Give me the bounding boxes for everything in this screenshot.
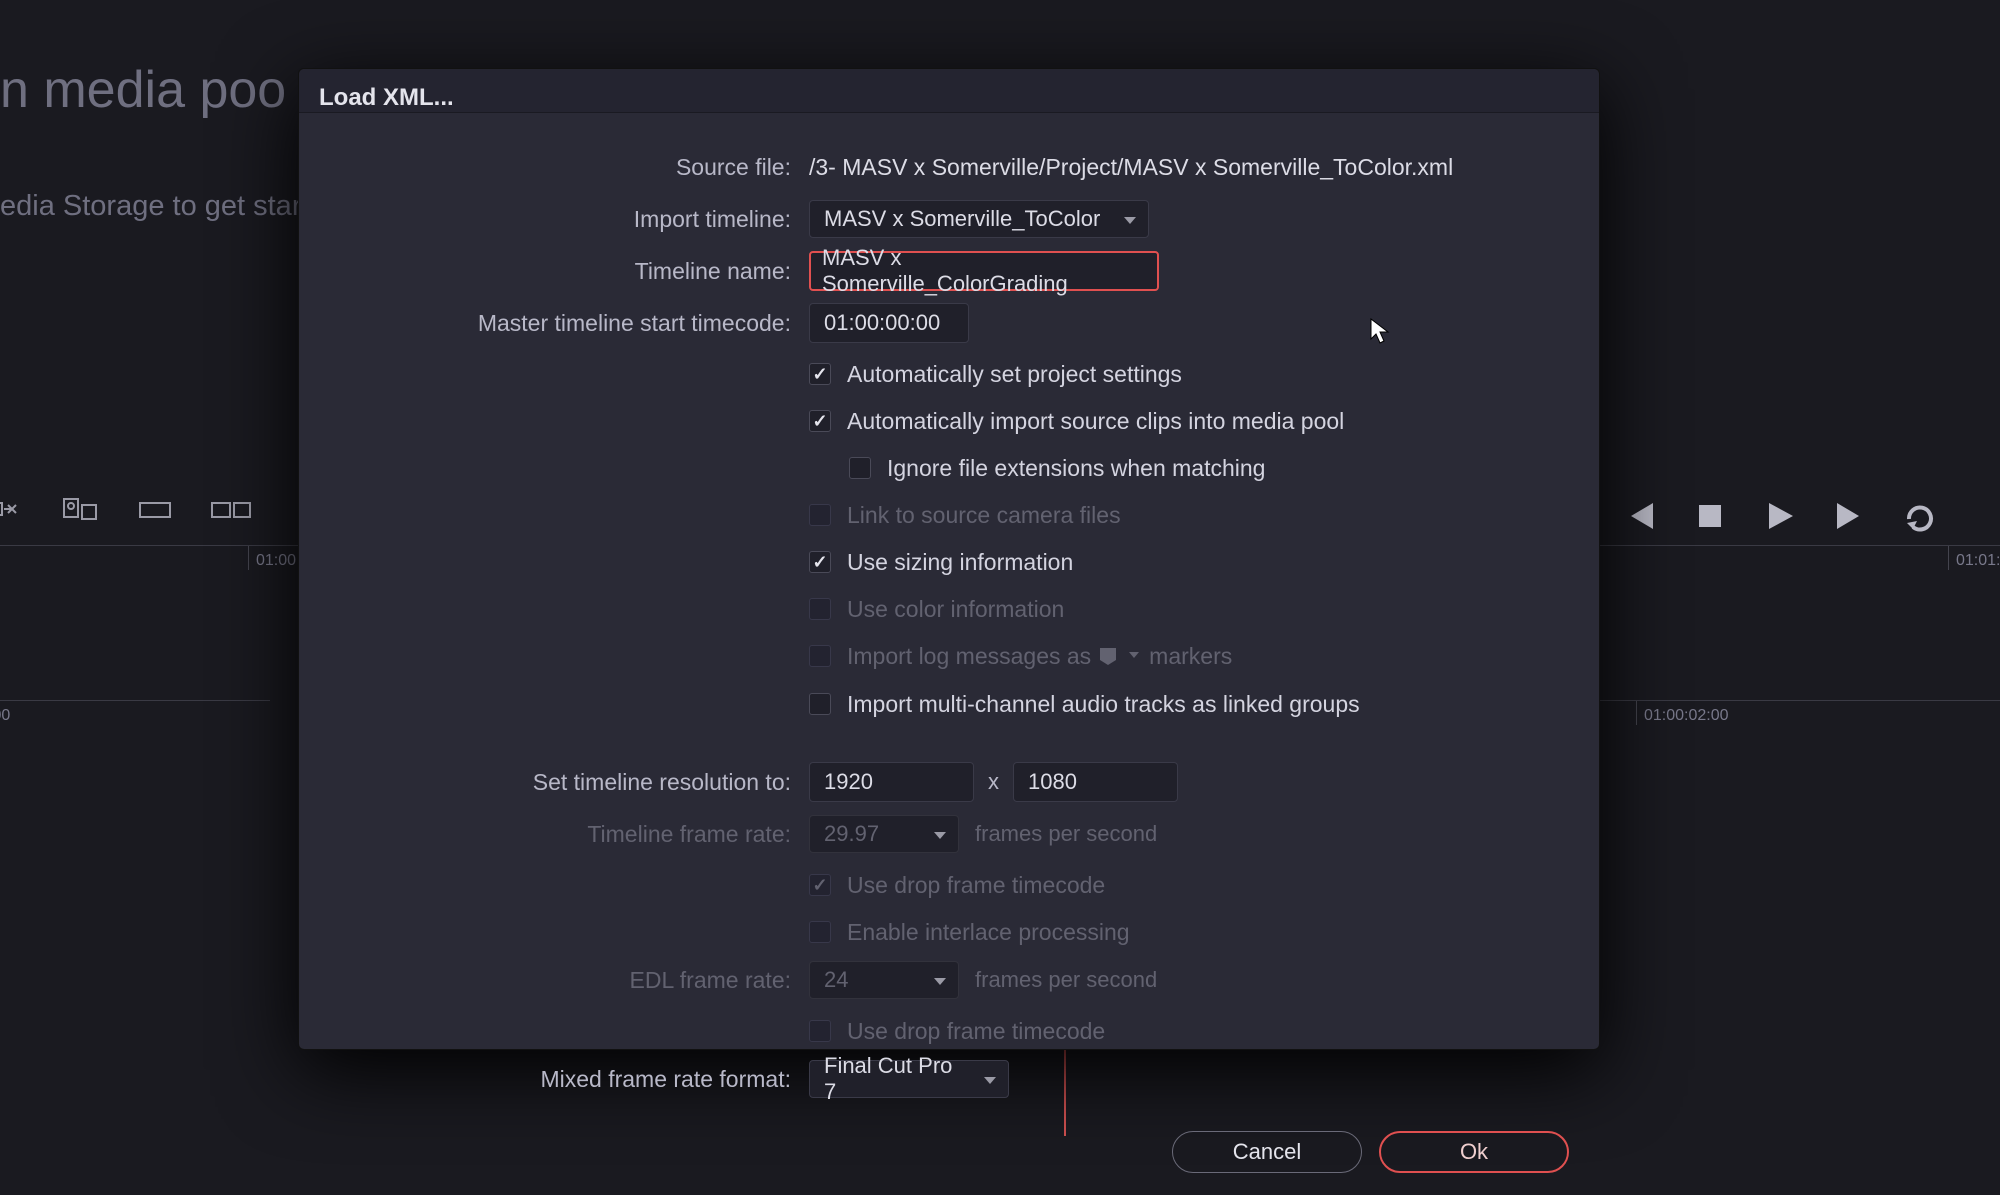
drop-frame-edl-checkbox [809,1020,831,1042]
import-log-checkbox [809,645,831,667]
resolution-x: x [988,769,999,795]
timeline-fps-select: 29.97 [809,815,959,853]
mouse-cursor [1370,318,1390,346]
play-button[interactable] [1760,498,1800,534]
tool-replace-icon[interactable] [127,490,183,530]
next-button[interactable] [1830,498,1870,534]
use-sizing-checkbox[interactable] [809,551,831,573]
use-color-checkbox [809,598,831,620]
load-xml-dialog: Load XML... Source file: /3- MASV x Some… [298,68,1600,1050]
ignore-extensions-label: Ignore file extensions when matching [887,455,1265,482]
auto-project-settings-label: Automatically set project settings [847,361,1182,388]
timeline-ruler: :00 [0,700,270,745]
timeline-name-input[interactable]: MASV x Somerville_ColorGrading [809,251,1159,291]
import-log-prefix: Import log messages as [847,643,1091,670]
resolution-label: Set timeline resolution to: [329,769,809,796]
timeline-name-label: Timeline name: [329,258,809,285]
multichannel-audio-label: Import multi-channel audio tracks as lin… [847,691,1360,718]
drop-frame-checkbox [809,874,831,896]
cancel-button[interactable]: Cancel [1172,1131,1362,1173]
chevron-down-icon [1129,652,1139,658]
timeline-fps-label: Timeline frame rate: [329,821,809,848]
ignore-extensions-checkbox[interactable] [849,457,871,479]
timeline-ruler: 01:01:0 [1600,545,2000,590]
use-sizing-label: Use sizing information [847,549,1073,576]
use-color-label: Use color information [847,596,1064,623]
auto-project-settings-checkbox[interactable] [809,363,831,385]
source-file-label: Source file: [329,154,809,181]
import-timeline-select[interactable]: MASV x Somerville_ToColor [809,200,1149,238]
mixed-fps-label: Mixed frame rate format: [329,1066,809,1093]
transport-controls [1620,498,1940,534]
media-pool-heading: n media poo [0,60,286,120]
multichannel-audio-checkbox[interactable] [809,693,831,715]
fps-unit-edl: frames per second [975,967,1157,993]
prev-button[interactable] [1620,498,1660,534]
ruler-tick: 01:01:0 [1948,546,1956,570]
timeline-ruler: 01:00 [0,545,300,590]
fps-unit: frames per second [975,821,1157,847]
interlace-label: Enable interlace processing [847,919,1130,946]
stop-button[interactable] [1690,498,1730,534]
drop-frame-edl-label: Use drop frame timecode [847,1018,1105,1045]
ruler-tick: 01:00 [248,546,256,570]
import-timeline-label: Import timeline: [329,206,809,233]
auto-import-clips-label: Automatically import source clips into m… [847,408,1344,435]
dialog-title: Load XML... [299,69,1599,113]
tool-fit-icon[interactable] [203,490,259,530]
auto-import-clips-checkbox[interactable] [809,410,831,432]
import-log-suffix: markers [1149,643,1232,670]
resolution-width-input[interactable]: 1920 [809,762,974,802]
loop-button[interactable] [1900,498,1940,534]
timeline-toolbar [0,490,259,530]
tool-insert-icon[interactable] [0,490,31,530]
start-timecode-input[interactable]: 01:00:00:00 [809,303,969,343]
mixed-fps-select[interactable]: Final Cut Pro 7 [809,1060,1009,1098]
tool-overwrite-icon[interactable] [51,490,107,530]
link-camera-files-checkbox [809,504,831,526]
resolution-height-input[interactable]: 1080 [1013,762,1178,802]
ruler-tick: 01:00:02:00 [1636,701,1644,725]
source-file-path: /3- MASV x Somerville/Project/MASV x Som… [809,154,1453,181]
edl-fps-select: 24 [809,961,959,999]
ok-button[interactable]: Ok [1379,1131,1569,1173]
marker-icon [1097,646,1119,666]
drop-frame-label: Use drop frame timecode [847,872,1105,899]
interlace-checkbox [809,921,831,943]
link-camera-files-label: Link to source camera files [847,502,1121,529]
media-storage-subtext: edia Storage to get starte [0,190,326,223]
start-timecode-label: Master timeline start timecode: [329,310,809,337]
edl-fps-label: EDL frame rate: [329,967,809,994]
timeline-ruler: 01:00:02:00 [1600,700,2000,745]
